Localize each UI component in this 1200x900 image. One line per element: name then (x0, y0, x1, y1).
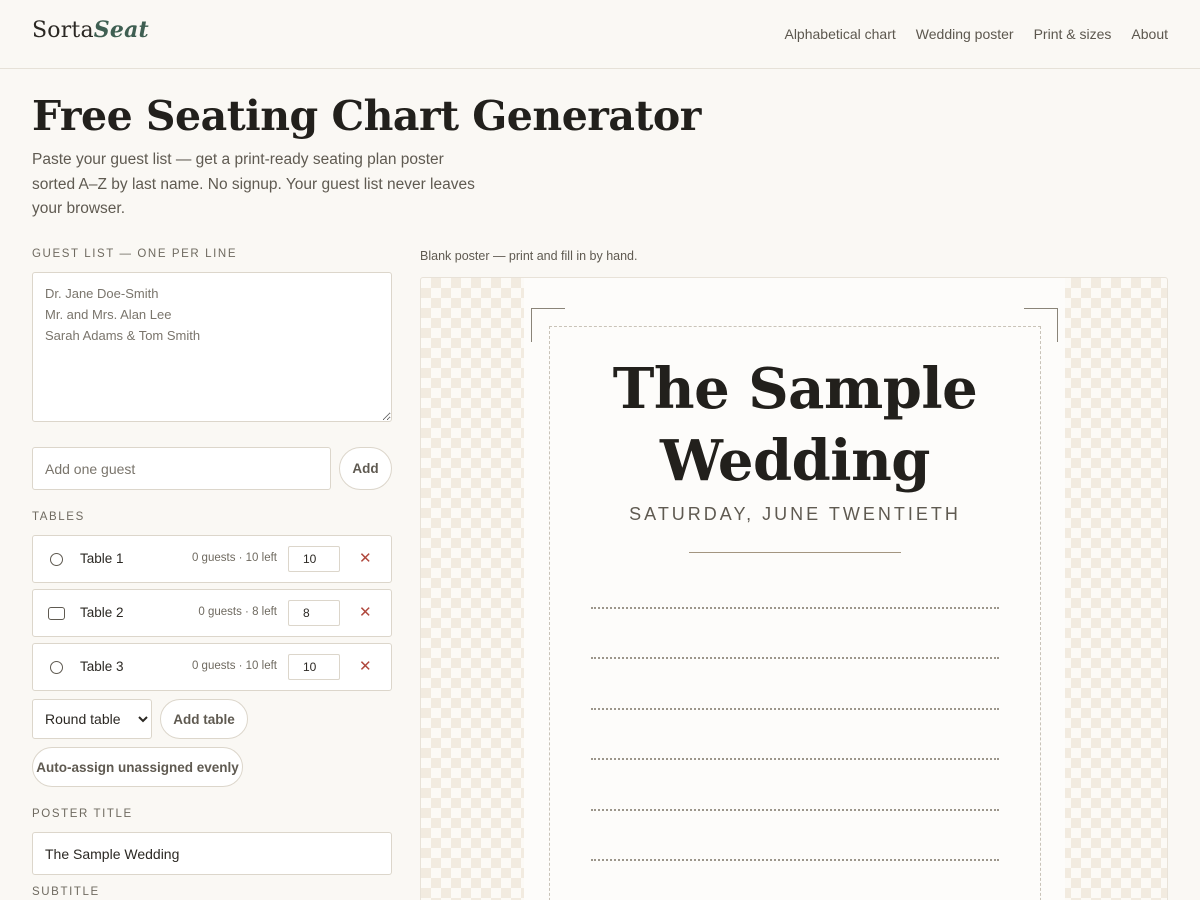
top-bar: SortaSeat Alphabetical chart Wedding pos… (0, 0, 1200, 69)
table-row: Table 3 0 guests · 10 left ✕ (32, 643, 392, 691)
poster-page: The Sample Wedding SATURDAY, JUNE TWENTI… (524, 278, 1065, 900)
blank-fill-line (591, 859, 999, 861)
nav-about[interactable]: About (1131, 26, 1168, 42)
table-capacity-input[interactable] (288, 600, 340, 626)
guest-list-label: GUEST LIST — ONE PER LINE (32, 248, 238, 260)
table-status: 0 guests · 8 left (198, 606, 277, 618)
nav-print-sizes[interactable]: Print & sizes (1034, 26, 1112, 42)
main-nav: Alphabetical chart Wedding poster Print … (784, 26, 1168, 42)
nav-wedding-poster[interactable]: Wedding poster (916, 26, 1014, 42)
table-shape-select[interactable]: Round table (32, 699, 152, 739)
poster-title: The Sample Wedding (550, 353, 1040, 497)
logo-text-primary: Sorta (32, 18, 94, 43)
add-guest-input[interactable] (32, 447, 331, 490)
table-status: 0 guests · 10 left (191, 552, 277, 564)
nav-alphabetical-chart[interactable]: Alphabetical chart (784, 26, 895, 42)
table-row: Table 2 0 guests · 8 left ✕ (32, 589, 392, 637)
poster-title-input[interactable] (32, 832, 392, 875)
logo-text-accent: Seat (93, 17, 149, 43)
auto-assign-button[interactable]: Auto-assign unassigned evenly (32, 747, 243, 787)
poster-preview: The Sample Wedding SATURDAY, JUNE TWENTI… (420, 277, 1168, 900)
poster-divider (689, 552, 901, 553)
add-table-button[interactable]: Add table (160, 699, 248, 739)
add-guest-button[interactable]: Add (339, 447, 392, 490)
blank-fill-line (591, 758, 999, 761)
blank-fill-line (591, 707, 999, 710)
blank-fill-line (591, 808, 999, 811)
page-subtitle: Paste your guest list — get a print-read… (32, 151, 475, 217)
table-capacity-input[interactable] (288, 654, 340, 680)
poster-title-line: The Sample (612, 356, 978, 422)
table-status: 0 guests · 10 left (191, 660, 277, 672)
round-table-icon (50, 553, 63, 566)
poster-title-line: Wedding (660, 428, 930, 494)
round-table-icon (50, 661, 63, 674)
close-icon[interactable]: ✕ (359, 657, 372, 675)
guest-list-textarea[interactable] (32, 272, 392, 422)
tables-label: TABLES (32, 511, 85, 523)
blank-fill-line (591, 657, 999, 660)
table-name: Table 3 (80, 659, 124, 674)
rect-table-icon (48, 607, 65, 620)
page-title: Free Seating Chart Generator (32, 92, 701, 140)
close-icon[interactable]: ✕ (359, 603, 372, 621)
poster-frame: The Sample Wedding SATURDAY, JUNE TWENTI… (549, 326, 1041, 900)
poster-title-label: POSTER TITLE (32, 808, 133, 820)
table-capacity-input[interactable] (288, 546, 340, 572)
preview-caption: Blank poster — print and fill in by hand… (420, 249, 638, 263)
poster-subtitle: SATURDAY, JUNE TWENTIETH (629, 504, 961, 524)
close-icon[interactable]: ✕ (359, 549, 372, 567)
subtitle-label: SUBTITLE (32, 886, 100, 898)
blank-fill-line (591, 607, 999, 609)
table-row: Table 1 0 guests · 10 left ✕ (32, 535, 392, 583)
table-name: Table 1 (80, 551, 124, 566)
logo[interactable]: SortaSeat (32, 17, 149, 43)
table-name: Table 2 (80, 605, 124, 620)
